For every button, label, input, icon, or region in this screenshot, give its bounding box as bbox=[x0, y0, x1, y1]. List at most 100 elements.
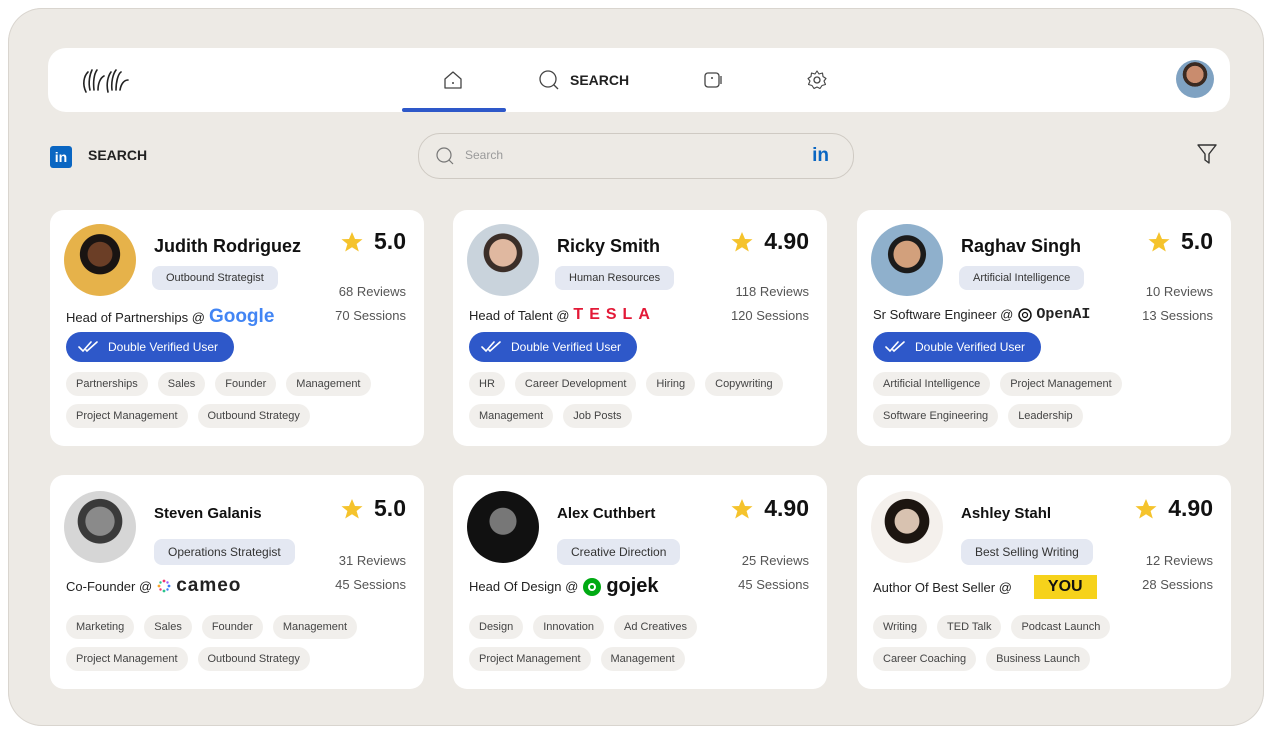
double-check-icon bbox=[481, 341, 501, 353]
skill-tag[interactable]: Founder bbox=[201, 615, 263, 639]
skill-tag[interactable]: Career Coaching bbox=[873, 647, 977, 671]
skill-tag[interactable]: Management bbox=[286, 372, 371, 396]
skill-tag[interactable]: Artificial Intelligence bbox=[873, 372, 991, 396]
sessions-count: 45 Sessions bbox=[738, 577, 809, 592]
star-icon bbox=[1148, 231, 1170, 251]
rating-value: 5.0 bbox=[374, 228, 406, 254]
mentor-name: Raghav Singh bbox=[961, 236, 1082, 256]
active-tab-indicator bbox=[402, 108, 506, 112]
job-title: Author Of Best Seller @ bbox=[873, 579, 1012, 595]
rating: 4.90 bbox=[730, 228, 809, 255]
filter-icon[interactable] bbox=[1196, 142, 1218, 166]
sessions-count: 13 Sessions bbox=[1142, 308, 1213, 323]
nav-messages[interactable] bbox=[702, 48, 724, 112]
openai-icon bbox=[1018, 307, 1033, 322]
job-headline: Head of Talent @ TESLA bbox=[469, 306, 656, 324]
company-logo-google: Google bbox=[208, 306, 275, 327]
search-input[interactable]: Search in bbox=[418, 133, 854, 179]
nav-home[interactable] bbox=[442, 48, 464, 112]
skill-tag[interactable]: Ad Creatives bbox=[614, 615, 697, 639]
skill-tag[interactable]: Software Engineering bbox=[873, 404, 999, 428]
skill-tag[interactable]: TED Talk bbox=[937, 615, 1002, 639]
skill-tag[interactable]: Project Management bbox=[1000, 372, 1122, 396]
double-check-icon bbox=[78, 341, 98, 353]
rating: 5.0 bbox=[340, 495, 406, 522]
mentor-card[interactable]: Ashley Stahl Best Selling Writing 4.90 1… bbox=[857, 475, 1231, 689]
mentor-card[interactable]: Ricky Smith Human Resources 4.90 118 Rev… bbox=[453, 210, 827, 446]
profile-photo bbox=[467, 491, 539, 563]
skill-tag[interactable]: Founder bbox=[215, 372, 277, 396]
skill-tag[interactable]: Project Management bbox=[66, 647, 188, 671]
skill-tag[interactable]: Innovation bbox=[533, 615, 605, 639]
skill-tag[interactable]: HR bbox=[469, 372, 505, 396]
job-headline: Author Of Best Seller @ YOU bbox=[873, 575, 1097, 599]
skill-tags: Partnerships Sales Founder Management Projec… bbox=[66, 372, 410, 428]
skill-tag[interactable]: Copywriting bbox=[705, 372, 783, 396]
cameo-icon bbox=[157, 579, 171, 593]
reviews-count: 31 Reviews bbox=[338, 553, 406, 568]
user-avatar[interactable] bbox=[1176, 60, 1214, 98]
verified-badge: Double Verified User bbox=[873, 332, 1042, 362]
double-check-icon bbox=[885, 341, 905, 353]
skill-tag[interactable]: Outbound Strategy bbox=[197, 647, 310, 671]
rating: 5.0 bbox=[1147, 228, 1213, 255]
verified-label: Double Verified User bbox=[915, 340, 1026, 354]
search-row: in SEARCH Search in bbox=[48, 130, 1230, 180]
profile-photo bbox=[64, 224, 136, 296]
job-title: Sr Software Engineer @ bbox=[873, 307, 1014, 322]
skill-tags: HR Career Development Hiring Copywriting Man… bbox=[469, 372, 813, 428]
role-badge: Artificial Intelligence bbox=[959, 266, 1085, 290]
profile-photo bbox=[64, 491, 136, 563]
profile-photo bbox=[871, 491, 943, 563]
skill-tag[interactable]: Management bbox=[272, 615, 358, 639]
skill-tags: Design Innovation Ad Creatives Project Mana… bbox=[469, 615, 813, 671]
skill-tag[interactable]: Management bbox=[600, 647, 685, 671]
nav-settings[interactable] bbox=[806, 48, 828, 112]
skill-tags: Marketing Sales Founder Management Project M… bbox=[66, 615, 410, 671]
mentor-card[interactable]: Raghav Singh Artificial Intelligence 5.0… bbox=[857, 210, 1231, 446]
top-nav: SEARCH bbox=[48, 48, 1230, 112]
skill-tag[interactable]: Design bbox=[469, 615, 524, 639]
verified-badge: Double Verified User bbox=[469, 332, 638, 362]
job-title: Co-Founder @ bbox=[66, 578, 153, 594]
rating: 4.90 bbox=[730, 495, 809, 522]
star-icon bbox=[341, 498, 363, 518]
skill-tag[interactable]: Writing bbox=[873, 615, 928, 639]
profile-photo bbox=[871, 224, 943, 296]
skill-tag[interactable]: Partnerships bbox=[66, 372, 148, 396]
mentor-name: Ricky Smith bbox=[557, 236, 661, 256]
mentor-card[interactable]: Steven Galanis Operations Strategist 5.0… bbox=[50, 475, 424, 689]
nav-search[interactable]: SEARCH bbox=[538, 48, 629, 112]
reviews-count: 12 Reviews bbox=[1145, 553, 1213, 568]
skill-tag[interactable]: Marketing bbox=[66, 615, 135, 639]
rating-value: 5.0 bbox=[374, 495, 406, 521]
rating-value: 4.90 bbox=[764, 495, 809, 521]
settings-icon bbox=[807, 70, 827, 90]
mentor-card[interactable]: Alex Cuthbert Creative Direction 4.90 25… bbox=[453, 475, 827, 689]
skill-tag[interactable]: Job Posts bbox=[563, 404, 632, 428]
role-badge: Human Resources bbox=[555, 266, 675, 290]
reviews-count: 68 Reviews bbox=[338, 284, 406, 299]
company-logo-openai: OpenAI bbox=[1017, 306, 1090, 323]
mentor-name: Judith Rodriguez bbox=[154, 236, 301, 256]
profile-photo bbox=[467, 224, 539, 296]
job-title: Head Of Design @ bbox=[469, 579, 579, 594]
skill-tag[interactable]: Career Development bbox=[514, 372, 637, 396]
hand-wave-logo-icon[interactable] bbox=[78, 62, 134, 98]
skill-tag[interactable]: Podcast Launch bbox=[1011, 615, 1111, 639]
search-icon bbox=[539, 70, 559, 90]
skill-tag[interactable]: Project Management bbox=[66, 404, 188, 428]
skill-tag[interactable]: Sales bbox=[144, 615, 192, 639]
rating-value: 4.90 bbox=[1168, 495, 1213, 521]
skill-tag[interactable]: Sales bbox=[157, 372, 206, 396]
nav-search-label: SEARCH bbox=[570, 72, 630, 88]
skill-tag[interactable]: Outbound Strategy bbox=[197, 404, 310, 428]
skill-tag[interactable]: Business Launch bbox=[986, 647, 1090, 671]
mentor-card[interactable]: Judith Rodriguez Outbound Strategist 5.0… bbox=[50, 210, 424, 446]
rating: 4.90 bbox=[1134, 495, 1213, 522]
sessions-count: 45 Sessions bbox=[335, 577, 406, 592]
skill-tag[interactable]: Leadership bbox=[1008, 404, 1083, 428]
skill-tag[interactable]: Management bbox=[469, 404, 554, 428]
skill-tag[interactable]: Hiring bbox=[646, 372, 696, 396]
skill-tag[interactable]: Project Management bbox=[469, 647, 591, 671]
